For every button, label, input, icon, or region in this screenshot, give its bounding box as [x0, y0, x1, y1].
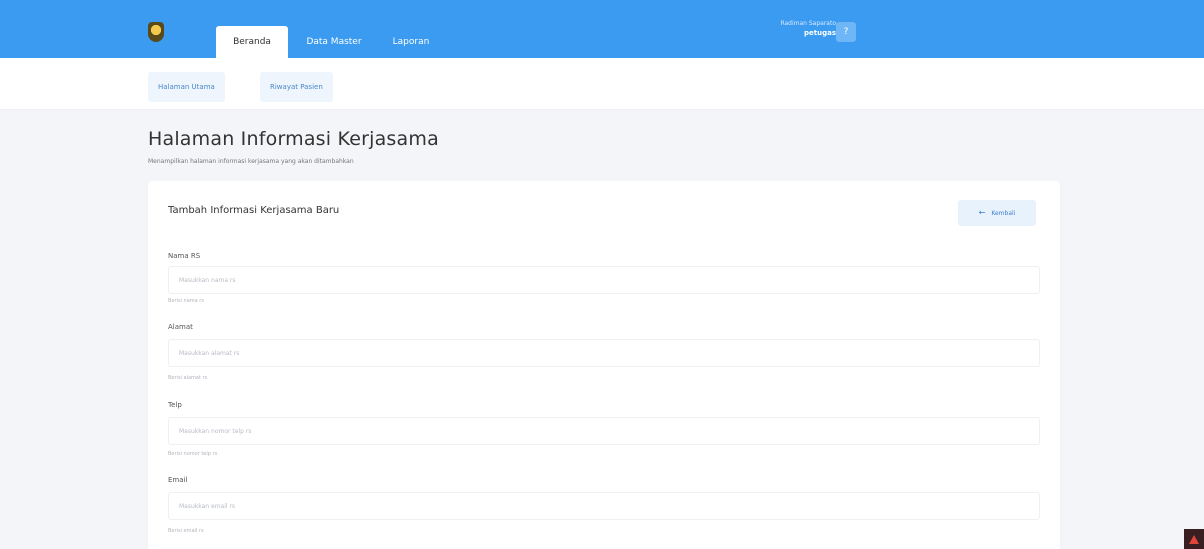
- user-info: Radiman Saparato petugas: [780, 20, 836, 37]
- tab-label: Data Master: [306, 37, 362, 47]
- nama-rs-label: Nama RS: [168, 252, 201, 260]
- email-help: Berisi email rs: [168, 528, 204, 534]
- tab-beranda[interactable]: Beranda: [216, 26, 288, 58]
- sub-navbar: Halaman Utama Riwayat Pasien: [0, 58, 1204, 110]
- page-subtitle: Menampilkan halaman informasi kerjasama …: [148, 158, 354, 165]
- subnav-riwayat-pasien[interactable]: Riwayat Pasien: [260, 72, 333, 102]
- subnav-halaman-utama[interactable]: Halaman Utama: [148, 72, 225, 102]
- back-label: Kembali: [991, 210, 1016, 217]
- arrow-left-icon: ←: [978, 208, 986, 217]
- telp-label: Telp: [168, 401, 182, 409]
- logo-icon[interactable]: [148, 22, 164, 42]
- corner-badge-icon[interactable]: [1184, 529, 1204, 549]
- user-name: Radiman Saparato: [780, 20, 836, 27]
- avatar[interactable]: ?: [836, 22, 856, 42]
- tab-label: Laporan: [392, 37, 430, 47]
- subnav-label: Halaman Utama: [158, 83, 215, 91]
- card-title: Tambah Informasi Kerjasama Baru: [168, 205, 340, 216]
- alamat-input[interactable]: [168, 339, 1040, 367]
- email-input[interactable]: [168, 492, 1040, 520]
- avatar-glyph: ?: [843, 27, 849, 37]
- tab-label: Beranda: [233, 37, 271, 47]
- subnav-label: Riwayat Pasien: [270, 83, 323, 91]
- email-label: Email: [168, 476, 188, 484]
- top-navbar: Beranda Data Master Laporan Radiman Sapa…: [0, 0, 1204, 58]
- tab-laporan[interactable]: Laporan: [382, 26, 440, 58]
- alamat-help: Berisi alamat rs: [168, 375, 208, 381]
- tab-data-master[interactable]: Data Master: [296, 26, 372, 58]
- user-role: petugas: [804, 29, 836, 37]
- back-button[interactable]: ← Kembali: [958, 200, 1036, 226]
- page-title: Halaman Informasi Kerjasama: [148, 128, 439, 150]
- telp-help: Berisi nomor telp rs: [168, 451, 218, 457]
- telp-input[interactable]: [168, 417, 1040, 445]
- nama-rs-help: Berisi nama rs: [168, 298, 204, 304]
- nama-rs-input[interactable]: [168, 266, 1040, 294]
- form-card: Tambah Informasi Kerjasama Baru ← Kembali…: [148, 181, 1060, 549]
- alamat-label: Alamat: [168, 323, 193, 331]
